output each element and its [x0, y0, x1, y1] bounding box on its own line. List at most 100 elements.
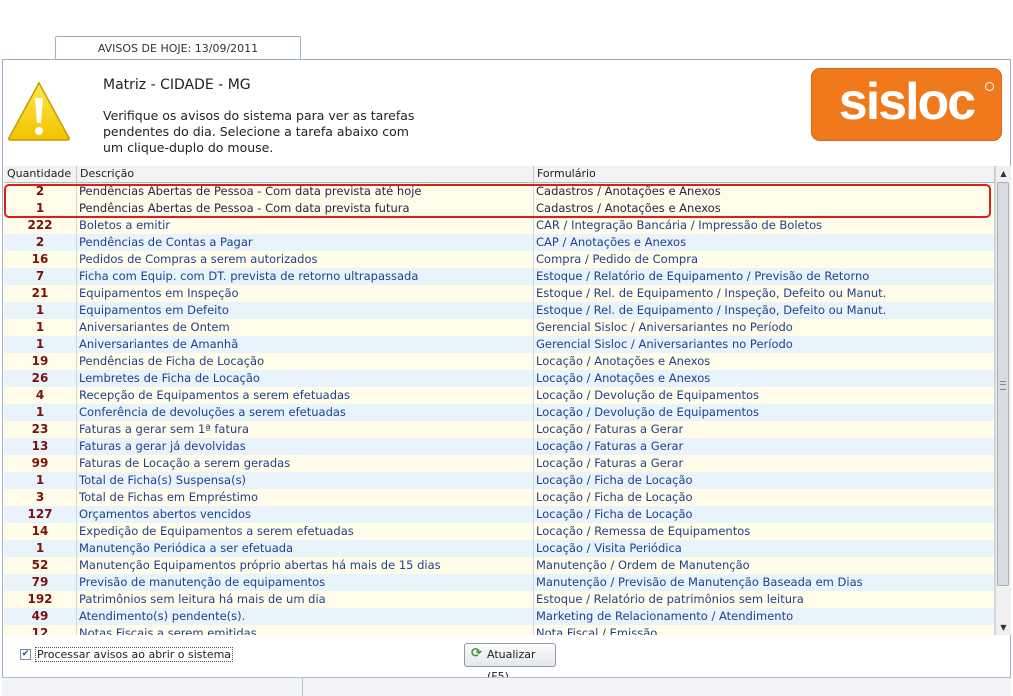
row-description: Atendimento(s) pendente(s).	[77, 608, 534, 625]
grid-rows: 2 Pendências Abertas de Pessoa - Com data…	[4, 183, 995, 635]
table-row[interactable]: 2 Pendências de Contas a Pagar CAP / Anota…	[4, 234, 995, 251]
row-form: Locação / Devolução de Equipamentos	[534, 387, 995, 404]
row-description: Notas Fiscais a serem emitidas	[77, 625, 534, 635]
table-row[interactable]: 26 Lembretes de Ficha de Locação Locação /…	[4, 370, 995, 387]
row-description: Equipamentos em Inspeção	[77, 285, 534, 302]
column-header-quantidade[interactable]: Quantidade	[4, 166, 77, 182]
row-description: Lembretes de Ficha de Locação	[77, 370, 534, 387]
scroll-down-icon[interactable]: ▼	[996, 620, 1011, 635]
branch-title: Matriz - CIDADE - MG	[103, 77, 251, 93]
row-quantity: 13	[4, 438, 77, 455]
row-quantity: 79	[4, 574, 77, 591]
row-form: Locação / Anotações e Anexos	[534, 370, 995, 387]
table-row[interactable]: 14 Expedição de Equipamentos a serem efet…	[4, 523, 995, 540]
row-quantity: 192	[4, 591, 77, 608]
row-description: Expedição de Equipamentos a serem efetua…	[77, 523, 534, 540]
row-quantity: 1	[4, 200, 77, 217]
row-description: Pendências de Ficha de Locação	[77, 353, 534, 370]
row-form: Locação / Ficha de Locação	[534, 506, 995, 523]
row-description: Recepção de Equipamentos a serem efetuad…	[77, 387, 534, 404]
row-description: Total de Fichas em Empréstimo	[77, 489, 534, 506]
warnings-grid[interactable]: Quantidade Descrição Formulário 2 Pendênc…	[4, 166, 995, 635]
instructions-text: Verifique os avisos do sistema para ver …	[103, 108, 415, 155]
table-row[interactable]: 52 Manutenção Equipamentos próprio aberta…	[4, 557, 995, 574]
row-quantity: 1	[4, 404, 77, 421]
table-row[interactable]: 23 Faturas a gerar sem 1ª fatura Locação /…	[4, 421, 995, 438]
grid-header: Quantidade Descrição Formulário	[4, 166, 995, 183]
row-quantity: 2	[4, 183, 77, 200]
column-header-descricao[interactable]: Descrição	[77, 166, 534, 182]
row-quantity: 26	[4, 370, 77, 387]
table-row[interactable]: 99 Faturas de Locação a serem geradas Loca…	[4, 455, 995, 472]
table-row[interactable]: 1 Equipamentos em Defeito Estoque / Rel. d…	[4, 302, 995, 319]
row-description: Aniversariantes de Amanhã	[77, 336, 534, 353]
row-form: Estoque / Relatório de Equipamento / Pre…	[534, 268, 995, 285]
row-description: Manutenção Equipamentos próprio abertas …	[77, 557, 534, 574]
row-description: Pendências Abertas de Pessoa - Com data …	[77, 183, 534, 200]
process-on-open-checkbox[interactable]: ✔	[20, 649, 31, 660]
process-on-open-label[interactable]: Processar avisos ao abrir o sistema	[35, 647, 234, 662]
table-row[interactable]: 1 Pendências Abertas de Pessoa - Com data…	[4, 200, 995, 217]
row-form: Locação / Visita Periódica	[534, 540, 995, 557]
table-row[interactable]: 222 Boletos a emitir CAR / Integração Banc…	[4, 217, 995, 234]
row-description: Orçamentos abertos vencidos	[77, 506, 534, 523]
row-description: Pendências Abertas de Pessoa - Com data …	[77, 200, 534, 217]
row-quantity: 2	[4, 234, 77, 251]
table-row[interactable]: 12 Notas Fiscais a serem emitidas Nota Fis…	[4, 625, 995, 635]
row-quantity: 23	[4, 421, 77, 438]
table-row[interactable]: 1 Conferência de devoluções a serem efetu…	[4, 404, 995, 421]
row-form: Locação / Faturas a Gerar	[534, 421, 995, 438]
row-quantity: 1	[4, 319, 77, 336]
vertical-scrollbar[interactable]: ▲ ▼	[995, 166, 1011, 635]
table-row[interactable]: 1 Total de Ficha(s) Suspensa(s) Locação / …	[4, 472, 995, 489]
row-form: CAP / Anotações e Anexos	[534, 234, 995, 251]
row-form: Cadastros / Anotações e Anexos	[534, 183, 995, 200]
row-form: Manutenção / Previsão de Manutenção Base…	[534, 574, 995, 591]
table-row[interactable]: 19 Pendências de Ficha de Locação Locação …	[4, 353, 995, 370]
row-quantity: 49	[4, 608, 77, 625]
table-row[interactable]: 7 Ficha com Equip. com DT. prevista de re…	[4, 268, 995, 285]
table-row[interactable]: 127 Orçamentos abertos vencidos Locação / …	[4, 506, 995, 523]
row-quantity: 12	[4, 625, 77, 635]
table-row[interactable]: 192 Patrimônios sem leitura há mais de um…	[4, 591, 995, 608]
table-row[interactable]: 79 Previsão de manutenção de equipamentos…	[4, 574, 995, 591]
row-quantity: 222	[4, 217, 77, 234]
row-form: Locação / Anotações e Anexos	[534, 353, 995, 370]
warning-icon	[8, 81, 70, 141]
table-row[interactable]: 4 Recepção de Equipamentos a serem efetua…	[4, 387, 995, 404]
row-quantity: 1	[4, 472, 77, 489]
refresh-button[interactable]: ⟳ Atualizar (F5)	[464, 643, 556, 683]
row-form: Locação / Devolução de Equipamentos	[534, 404, 995, 421]
row-form: Nota Fiscal / Emissão	[534, 625, 995, 635]
table-row[interactable]: 1 Aniversariantes de Ontem Gerencial Sislo…	[4, 319, 995, 336]
table-row[interactable]: 1 Manutenção Periódica a ser efetuada Loca…	[4, 540, 995, 557]
table-row[interactable]: 49 Atendimento(s) pendente(s). Marketing d…	[4, 608, 995, 625]
scrollbar-thumb[interactable]	[997, 182, 1009, 586]
row-quantity: 127	[4, 506, 77, 523]
table-row[interactable]: 1 Aniversariantes de Amanhã Gerencial Sisl…	[4, 336, 995, 353]
table-row[interactable]: 2 Pendências Abertas de Pessoa - Com data…	[4, 183, 995, 200]
row-form: Estoque / Rel. de Equipamento / Inspeção…	[534, 285, 995, 302]
row-description: Pendências de Contas a Pagar	[77, 234, 534, 251]
status-separator	[302, 678, 303, 696]
row-form: Manutenção / Ordem de Manutenção	[534, 557, 995, 574]
row-form: Marketing de Relacionamento / Atendiment…	[534, 608, 995, 625]
scroll-up-icon[interactable]: ▲	[996, 166, 1011, 181]
column-header-formulario[interactable]: Formulário	[534, 166, 995, 182]
row-description: Equipamentos em Defeito	[77, 302, 534, 319]
row-quantity: 52	[4, 557, 77, 574]
table-row[interactable]: 16 Pedidos de Compras a serem autorizados…	[4, 251, 995, 268]
table-row[interactable]: 3 Total de Fichas em Empréstimo Locação / …	[4, 489, 995, 506]
status-bar	[2, 677, 1011, 696]
row-form: Cadastros / Anotações e Anexos	[534, 200, 995, 217]
row-form: Locação / Faturas a Gerar	[534, 455, 995, 472]
row-form: Locação / Remessa de Equipamentos	[534, 523, 995, 540]
row-quantity: 3	[4, 489, 77, 506]
sisloc-logo: sisloc	[811, 68, 1002, 141]
row-quantity: 19	[4, 353, 77, 370]
row-form: Locação / Ficha de Locação	[534, 472, 995, 489]
table-row[interactable]: 21 Equipamentos em Inspeção Estoque / Rel.…	[4, 285, 995, 302]
tab-avisos-de-hoje[interactable]: AVISOS DE HOJE: 13/09/2011	[55, 36, 301, 60]
row-form: Locação / Faturas a Gerar	[534, 438, 995, 455]
table-row[interactable]: 13 Faturas a gerar já devolvidas Locação /…	[4, 438, 995, 455]
